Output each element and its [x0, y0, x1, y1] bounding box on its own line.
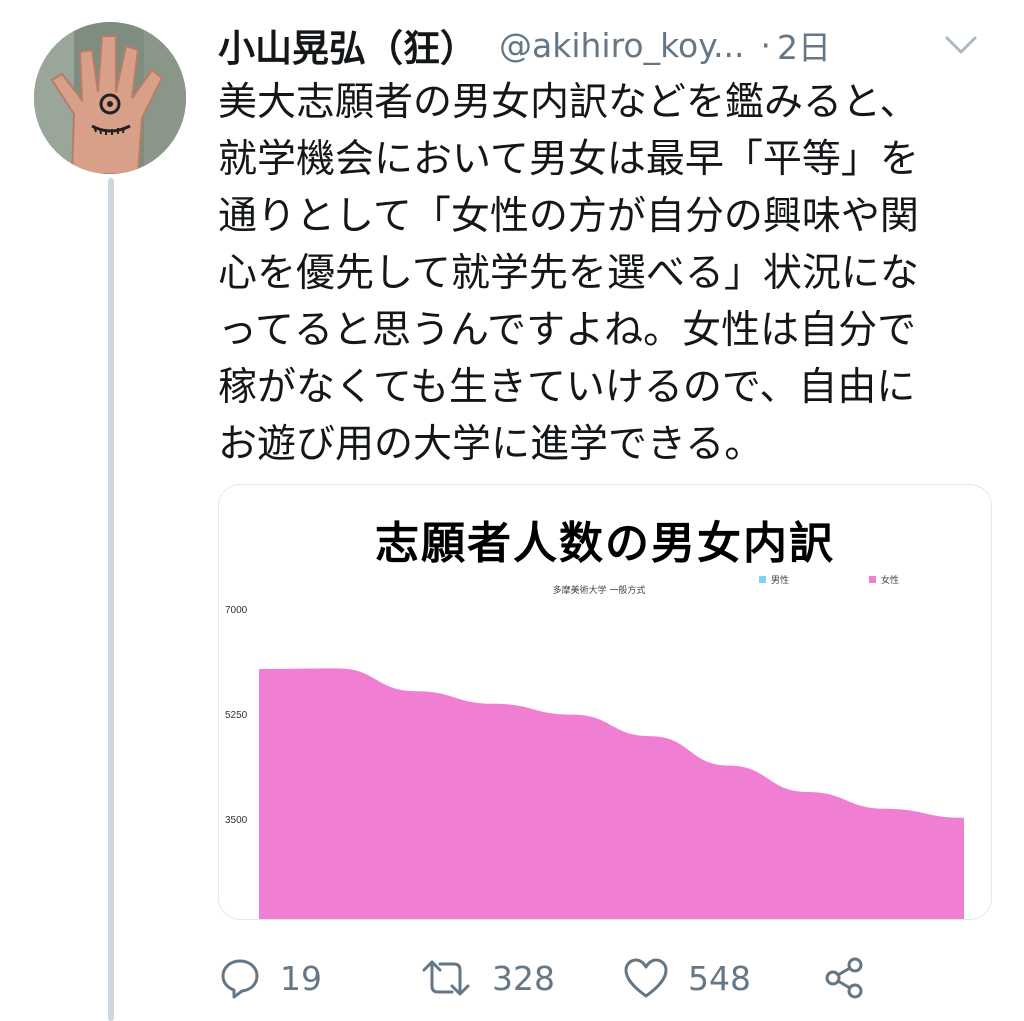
y-tick-label: 3500: [225, 815, 248, 826]
legend-swatch: [869, 576, 876, 583]
share-icon: [825, 957, 863, 999]
share-button[interactable]: [822, 948, 866, 1008]
tweet-text-line: ってると思うんですよね。女性は自分で: [218, 308, 917, 353]
tweet-text-line: お遊び用の大学に進学できる。: [218, 422, 764, 467]
legend-label: 男性: [771, 574, 789, 586]
thread-line: [108, 178, 114, 1021]
tweet-header: 小山晃弘（狂） @akihiro_koy... · 2日: [218, 20, 1008, 70]
tweet-text: 美大志願者の男女内訳などを鑑みると、 就学機会において男女は最早「平等」を 通り…: [218, 74, 1008, 473]
retweet-count: 328: [492, 958, 555, 998]
tweet-text-line: 通りとして「女性の方が自分の興味や関: [218, 194, 919, 239]
retweet-button[interactable]: 328: [418, 948, 555, 1008]
legend-swatch: [759, 576, 766, 583]
author-name[interactable]: 小山晃弘（狂）: [218, 18, 477, 72]
tweet-actions: 19 328 548: [218, 948, 1008, 1008]
chevron-down-icon[interactable]: [944, 34, 978, 56]
author-handle[interactable]: @akihiro_koy...: [499, 26, 745, 65]
reply-count: 19: [280, 958, 322, 998]
avatar[interactable]: [34, 22, 186, 174]
y-tick-label: 5250: [225, 710, 248, 721]
series-area: [259, 668, 964, 919]
heart-icon: [624, 958, 668, 998]
like-count: 548: [688, 958, 751, 998]
tweet-text-line: 就学機会において男女は最早「平等」を: [218, 137, 919, 182]
like-button[interactable]: 548: [622, 948, 751, 1008]
tweet-text-line: 心を優先して就学先を選べる」状況にな: [218, 251, 919, 296]
tweet-text-line: 美大志願者の男女内訳などを鑑みると、: [218, 80, 919, 125]
tweet-text-line: 稼がなくても生きていけるので、自由に: [218, 365, 916, 410]
reply-button[interactable]: 19: [218, 948, 322, 1008]
legend-label: 女性: [881, 574, 899, 586]
retweet-icon: [422, 960, 470, 996]
separator-dot: ·: [760, 25, 772, 65]
media-overlay-title: 志願者人数の男女内訳: [375, 518, 835, 569]
chart-title: 多摩美術大学 一般方式: [553, 584, 646, 596]
y-tick-label: 7000: [225, 605, 248, 616]
reply-icon: [221, 959, 259, 999]
avatar-image: [34, 22, 186, 174]
tweet-media-image[interactable]: 7000 5250 3500 多摩美術大学 一般方式 男性 女性 志願者人数の男女内訳: [218, 484, 992, 920]
tweet-timestamp[interactable]: 2日: [777, 21, 831, 69]
